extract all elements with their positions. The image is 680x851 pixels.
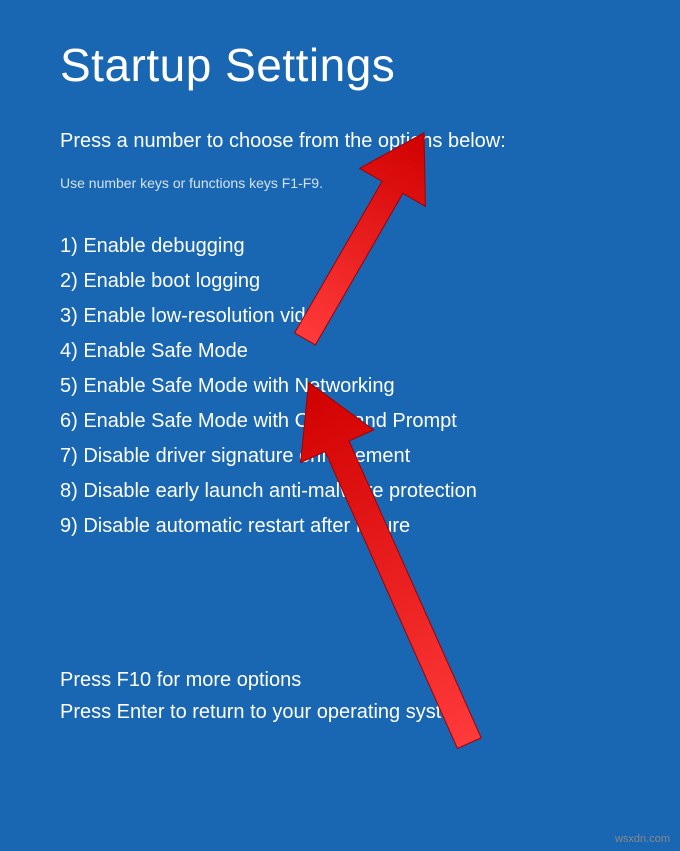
footer-f10-text: Press F10 for more options xyxy=(60,664,620,696)
instruction-text: Press a number to choose from the option… xyxy=(60,130,620,153)
option-enable-low-resolution-video[interactable]: 3) Enable low-resolution video xyxy=(60,299,620,334)
options-list: 1) Enable debugging 2) Enable boot loggi… xyxy=(60,229,620,544)
page-title: Startup Settings xyxy=(60,38,620,92)
footer-enter-text: Press Enter to return to your operating … xyxy=(60,696,620,728)
option-enable-boot-logging[interactable]: 2) Enable boot logging xyxy=(60,264,620,299)
option-enable-safe-mode-networking[interactable]: 5) Enable Safe Mode with Networking xyxy=(60,369,620,404)
watermark-text: wsxdn.com xyxy=(615,833,670,845)
hint-text: Use number keys or functions keys F1-F9. xyxy=(60,175,620,191)
option-enable-safe-mode-command-prompt[interactable]: 6) Enable Safe Mode with Command Prompt xyxy=(60,404,620,439)
footer-instructions: Press F10 for more options Press Enter t… xyxy=(60,664,620,728)
option-disable-early-launch-anti-malware[interactable]: 8) Disable early launch anti-malware pro… xyxy=(60,474,620,509)
option-enable-debugging[interactable]: 1) Enable debugging xyxy=(60,229,620,264)
option-disable-driver-signature-enforcement[interactable]: 7) Disable driver signature enforcement xyxy=(60,439,620,474)
startup-settings-screen: Startup Settings Press a number to choos… xyxy=(0,0,680,728)
option-enable-safe-mode[interactable]: 4) Enable Safe Mode xyxy=(60,334,620,369)
option-disable-automatic-restart[interactable]: 9) Disable automatic restart after failu… xyxy=(60,509,620,544)
